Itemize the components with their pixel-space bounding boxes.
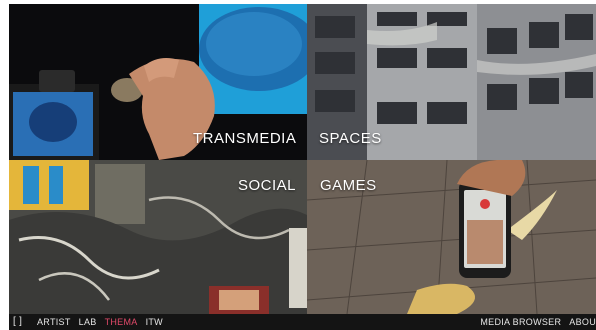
nav-item-media-browser[interactable]: MEDIA BROWSER <box>480 317 561 327</box>
bottom-nav-bar: [ ] ARTIST LAB THEMA ITW MEDIA BROWSER A… <box>9 314 596 330</box>
page: TRANSMEDIA SPACES SOCIAL GAMES [] ARTIS… <box>0 0 596 330</box>
tile-social[interactable]: SOCIAL <box>9 160 307 314</box>
brackets-logo-icon[interactable]: [ ] <box>13 316 27 328</box>
tile-spaces[interactable]: SPACES <box>307 4 596 160</box>
spaces-label: SPACES <box>319 130 382 147</box>
tile-transmedia[interactable]: TRANSMEDIA <box>9 4 307 160</box>
games-label: GAMES <box>320 177 377 194</box>
nav-item-thema[interactable]: THEMA <box>105 317 138 327</box>
nav-item-lab[interactable]: LAB <box>79 317 97 327</box>
nav-item-artist[interactable]: ARTIST <box>37 317 71 327</box>
tile-games[interactable]: GAMES <box>307 160 596 314</box>
transmedia-label: TRANSMEDIA <box>193 130 297 147</box>
social-label: SOCIAL <box>238 177 297 194</box>
nav-item-about[interactable]: ABOU <box>569 317 596 327</box>
nav-item-itw[interactable]: ITW <box>146 317 163 327</box>
